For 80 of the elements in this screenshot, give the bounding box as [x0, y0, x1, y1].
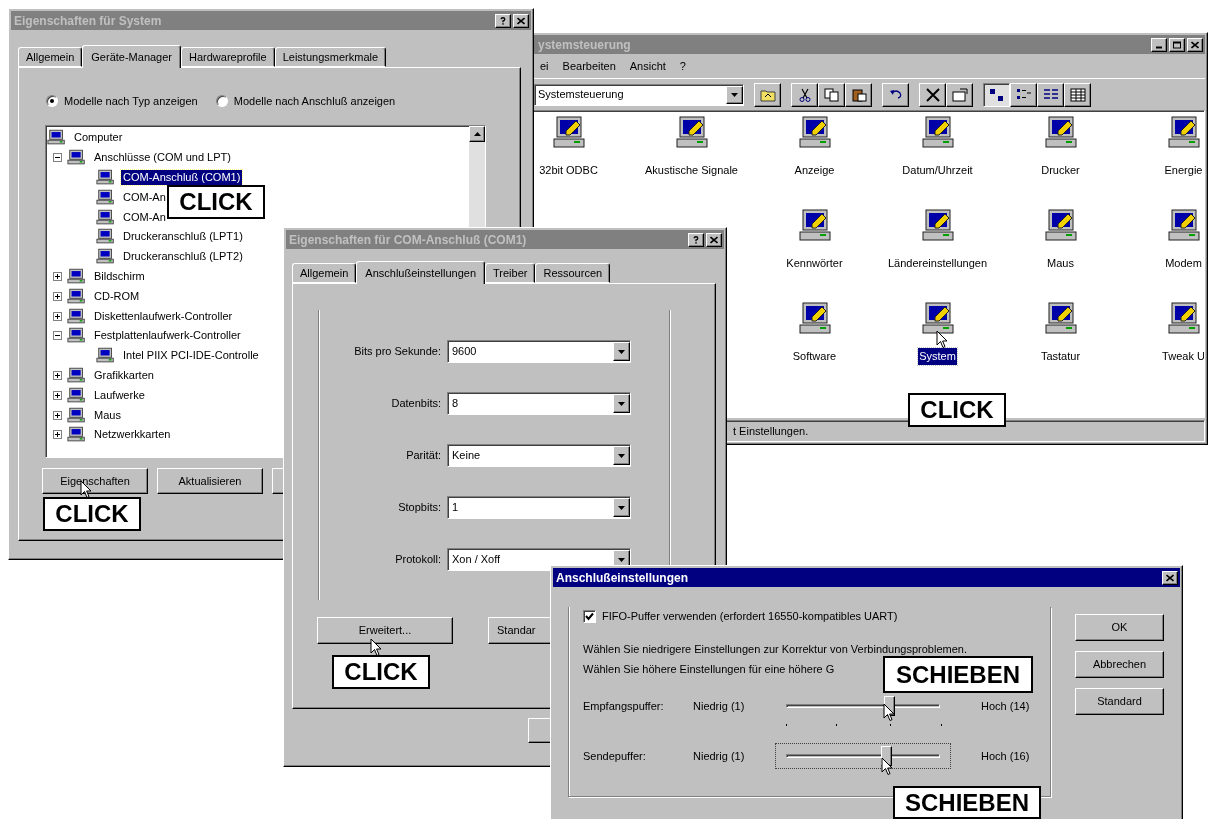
applet-label[interactable]: Ländereinstellungen	[886, 255, 989, 272]
dropdown[interactable]: Keine	[447, 444, 631, 467]
applet-label[interactable]: System	[918, 348, 957, 365]
applet-label[interactable]: Kennwörter	[785, 255, 844, 272]
button[interactable]: Erweitert...	[317, 617, 453, 644]
window-title: ystemsteuerung	[538, 36, 632, 54]
tree-item[interactable]: Netzwerkkarten	[92, 427, 173, 443]
applet-label[interactable]: Modem	[1164, 255, 1203, 272]
window-title: Eigenschaften für System	[14, 12, 163, 30]
tree-item[interactable]: COM-An	[121, 189, 168, 205]
slider-label: Empfangspuffer:	[583, 698, 665, 714]
tab[interactable]: Leistungsmerkmale	[274, 47, 387, 67]
button[interactable]: Eigenschaften	[42, 468, 148, 494]
applet-label[interactable]: 32bit ODBC	[538, 162, 599, 179]
tree-item[interactable]: COM-An	[121, 209, 168, 225]
button[interactable]: Aktualisieren	[157, 468, 263, 494]
applet-label[interactable]: Drucker	[1040, 162, 1081, 179]
tree-item[interactable]: Festplattenlaufwerk-Controller	[92, 328, 243, 344]
slider-min-label: Niedrig (1)	[693, 748, 746, 764]
callout-label: SCHIEBEN	[893, 786, 1041, 819]
menu-item[interactable]: Ansicht	[623, 57, 672, 75]
callout-label: CLICK	[43, 497, 141, 531]
hint-text: Wählen Sie höhere Einstellungen für eine höhere G	[583, 662, 835, 677]
slider-max-label: Hoch (14)	[981, 698, 1030, 714]
menu-item[interactable]: ei	[534, 57, 555, 75]
tab[interactable]: Allgemein	[18, 47, 83, 67]
tree-item[interactable]: Druckeranschluß (LPT2)	[121, 249, 245, 265]
applet-label[interactable]: Datum/Uhrzeit	[901, 162, 974, 179]
address-dropdown[interactable]: Systemsteuerung	[534, 83, 744, 106]
menu-item[interactable]: ?	[673, 57, 692, 75]
tree-item[interactable]: COM-Anschluß (COM1)	[121, 170, 243, 185]
hint-text: Wählen Sie niedrigere Einstellungen zur Korrektur von Verbindungsproblemen.	[583, 642, 967, 657]
field-label: Datenbits:	[390, 396, 442, 412]
field-label: Protokoll:	[394, 552, 442, 568]
tree-item[interactable]: Anschlüsse (COM und LPT)	[92, 150, 233, 166]
radio-label[interactable]: Modelle nach Anschluß anzeigen	[233, 92, 396, 110]
field-label: Parität:	[405, 448, 442, 464]
slider-label: Sendepuffer:	[583, 748, 647, 764]
button[interactable]: Standard	[1075, 688, 1164, 715]
tree-item[interactable]: Laufwerke	[92, 387, 147, 403]
tree-item[interactable]: Druckeranschluß (LPT1)	[121, 229, 245, 245]
dropdown[interactable]: 1	[447, 496, 631, 519]
tree-item[interactable]: Intel PIIX PCI-IDE-Controlle	[121, 348, 261, 364]
applet-label[interactable]: Akustische Signale	[644, 162, 739, 179]
dropdown[interactable]: 9600	[447, 340, 631, 363]
window-title: Eigenschaften für COM-Anschluß (COM1)	[289, 231, 528, 249]
checkbox-label[interactable]: FIFO-Puffer verwenden (erfordert 16550-kompatibles UART)	[602, 607, 898, 625]
tab[interactable]: Anschlußeinstellungen	[356, 261, 485, 284]
field-label: Bits pro Sekunde:	[353, 344, 442, 360]
tree-item[interactable]: Maus	[92, 407, 123, 423]
callout-label: CLICK	[908, 393, 1006, 427]
callout-label: CLICK	[167, 185, 265, 219]
callout-label: SCHIEBEN	[883, 656, 1033, 693]
applet-label[interactable]: Anzeige	[793, 162, 836, 179]
callout-label: CLICK	[332, 655, 430, 689]
window-title: Anschlußeinstellungen	[556, 569, 689, 587]
button[interactable]: OK	[1075, 614, 1164, 641]
applet-label[interactable]: Maus	[1046, 255, 1075, 272]
tree-item[interactable]: Grafikkarten	[92, 367, 156, 383]
tab[interactable]: Ressourcen	[535, 263, 611, 283]
tab[interactable]: Allgemein	[292, 263, 357, 283]
slider-min-label: Niedrig (1)	[693, 698, 746, 714]
applet-label[interactable]: Tweak U	[1161, 348, 1204, 365]
applet-label[interactable]: Energie	[1163, 162, 1204, 179]
tab[interactable]: Treiber	[485, 263, 536, 283]
dropdown[interactable]: 8	[447, 392, 631, 415]
menu-item[interactable]: Bearbeiten	[556, 57, 622, 75]
radio-label[interactable]: Modelle nach Typ anzeigen	[64, 92, 198, 110]
tree-item[interactable]: Computer	[72, 130, 125, 146]
tree-item[interactable]: Bildschirm	[92, 268, 147, 284]
status-text: t Einstellungen.	[733, 423, 809, 439]
field-label: Stopbits:	[397, 500, 442, 516]
tab[interactable]: Geräte-Manager	[82, 45, 182, 68]
button[interactable]: Abbrechen	[1075, 651, 1164, 678]
applet-label[interactable]: Tastatur	[1039, 348, 1082, 365]
tab[interactable]: Hardwareprofile	[181, 47, 275, 67]
tree-item[interactable]: CD-ROM	[92, 288, 142, 304]
tree-item[interactable]: Diskettenlaufwerk-Controller	[92, 308, 235, 324]
applet-label[interactable]: Software	[791, 348, 838, 365]
slider-max-label: Hoch (16)	[981, 748, 1030, 764]
